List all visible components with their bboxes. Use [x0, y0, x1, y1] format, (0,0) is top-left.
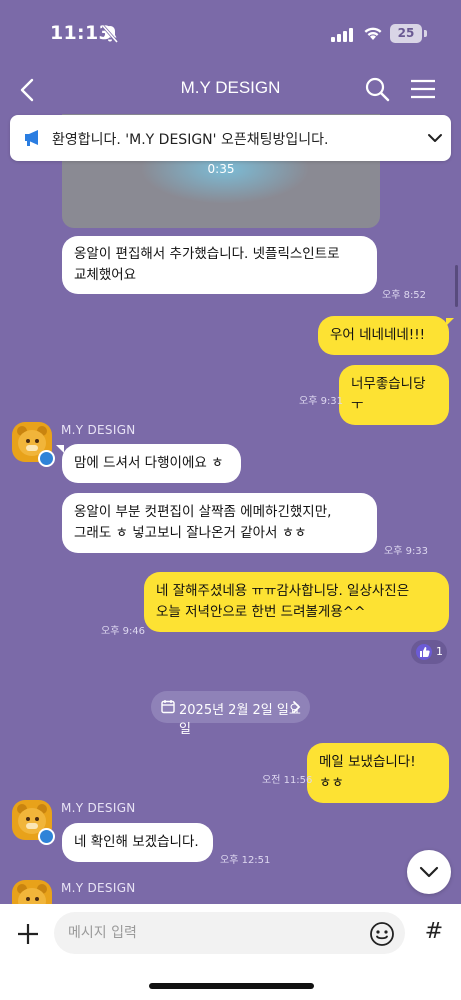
message-text: 메일 보냈습니다! ㅎㅎ — [319, 754, 416, 791]
chevron-right-icon — [291, 700, 301, 718]
message-text: 우어 네네네네!!! — [330, 327, 426, 343]
message-bubble[interactable]: 네 확인해 보겠습니다. — [62, 823, 213, 862]
host-crown-icon — [38, 450, 55, 467]
search-icon[interactable] — [363, 75, 391, 103]
message-text: 옹알이 편집해서 추가했습니다. 넷플릭스인트로 교체했어요 — [74, 246, 340, 283]
sender-name: M.Y DESIGN — [61, 423, 136, 437]
plus-icon[interactable] — [12, 918, 44, 950]
hash-icon[interactable]: # — [418, 916, 450, 948]
message-time: 오전 11:56 — [262, 775, 313, 786]
avatar-eye — [26, 817, 30, 821]
hamburger-menu-icon[interactable] — [408, 75, 438, 103]
message-time: 오후 9:31 — [299, 396, 344, 407]
host-crown-icon — [38, 828, 55, 845]
avatar-eye — [35, 439, 39, 443]
reaction-count: 1 — [436, 645, 443, 658]
message-text: 옹알이 부분 컷편집이 살짝좀 에메하긴했지만, 그래도 ㅎ 넣고보니 잘나온거… — [74, 504, 332, 541]
chevron-down-icon[interactable] — [426, 129, 444, 151]
avatar-mouth — [26, 823, 38, 829]
wifi-icon — [363, 25, 383, 45]
avatar-eye — [26, 897, 30, 901]
avatar-mouth — [26, 445, 38, 451]
avatar-eye — [26, 439, 30, 443]
message-text: 네 잘해주셨네용 ㅠㅠ감사합니당. 일상사진은 오늘 저녁안으로 한번 드려볼게… — [156, 583, 410, 620]
avatar[interactable] — [12, 880, 52, 904]
my-message-bubble[interactable]: 메일 보냈습니다! ㅎㅎ — [307, 743, 449, 803]
sender-name: M.Y DESIGN — [61, 881, 136, 895]
thumbs-up-icon — [416, 644, 432, 660]
message-text: 네 확인해 보겠습니다. — [74, 834, 199, 850]
scrollbar[interactable] — [455, 265, 458, 307]
avatar-eye — [35, 897, 39, 901]
chat-title: M.Y DESIGN — [180, 78, 281, 97]
message-time: 오후 8:52 — [382, 290, 427, 301]
emoji-icon[interactable] — [369, 921, 395, 947]
my-message-bubble[interactable]: 우어 네네네네!!! — [318, 316, 449, 355]
chevron-down-icon — [419, 866, 439, 878]
message-text: 맘에 드셔서 다행이에요 ㅎ — [74, 455, 224, 471]
message-bubble[interactable]: 맘에 드셔서 다행이에요 ㅎ — [62, 444, 241, 483]
avatar[interactable] — [12, 422, 55, 467]
date-divider[interactable]: 2025년 2월 2일 일요일 — [151, 691, 310, 737]
message-text: 너무좋습니당 ㅜ — [351, 376, 426, 413]
message-input-box[interactable] — [54, 912, 405, 954]
reaction-badge[interactable]: 1 — [411, 640, 447, 664]
status-bar: 11:13 25 — [0, 0, 461, 64]
bell-off-icon — [101, 25, 119, 47]
notice-banner[interactable]: 환영합니다. 'M.Y DESIGN' 오픈채팅방입니다. — [10, 115, 451, 161]
signal-icon — [331, 27, 353, 46]
sender-name: M.Y DESIGN — [61, 801, 136, 815]
my-message-bubble[interactable]: 너무좋습니당 ㅜ — [339, 365, 449, 425]
message-bubble[interactable]: 옹알이 편집해서 추가했습니다. 넷플릭스인트로 교체했어요 — [62, 236, 377, 294]
message-time: 오후 9:46 — [101, 626, 146, 637]
message-time: 오후 9:33 — [384, 546, 429, 557]
back-arrow-icon[interactable] — [14, 76, 42, 104]
avatar[interactable] — [12, 800, 55, 845]
bubble-tail — [446, 318, 454, 326]
battery-icon: 25 — [390, 24, 422, 43]
avatar-eye — [35, 817, 39, 821]
megaphone-icon — [23, 128, 43, 152]
notice-text: 환영합니다. 'M.Y DESIGN' 오픈채팅방입니다. — [52, 132, 329, 148]
message-input[interactable] — [68, 912, 358, 954]
battery-tip — [424, 30, 427, 37]
scroll-to-bottom-button[interactable] — [407, 850, 451, 894]
calendar-icon — [161, 699, 175, 718]
message-bubble[interactable]: 옹알이 부분 컷편집이 살짝좀 에메하긴했지만, 그래도 ㅎ 넣고보니 잘나온거… — [62, 493, 377, 553]
home-indicator — [149, 983, 314, 989]
video-duration: 0:35 — [207, 162, 235, 176]
message-time: 오후 12:51 — [220, 855, 271, 866]
chat-header: M.Y DESIGN — [0, 64, 461, 114]
my-message-bubble[interactable]: 네 잘해주셨네용 ㅠㅠ감사합니당. 일상사진은 오늘 저녁안으로 한번 드려볼게… — [144, 572, 449, 632]
